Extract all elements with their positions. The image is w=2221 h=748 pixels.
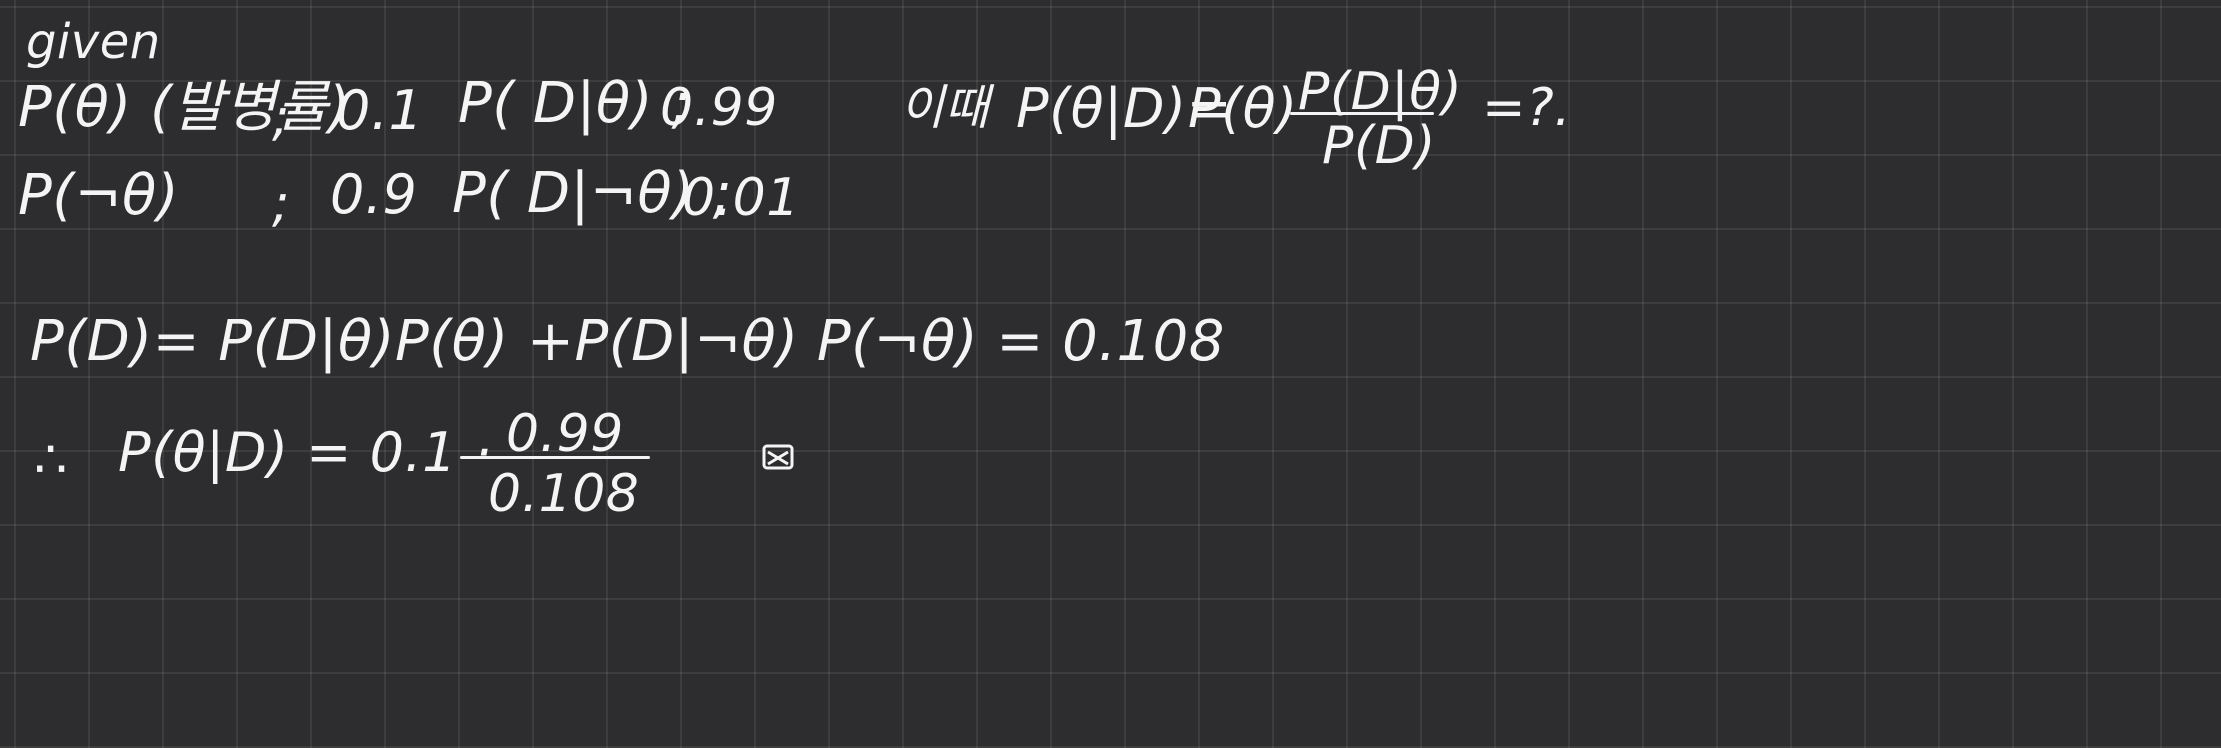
step2-denominator: 0.108 [488, 464, 640, 524]
step2-numerator: 0.99 [506, 404, 624, 464]
given-heading: given [26, 14, 161, 70]
step1-equation: P(D)= P(D|θ)P(θ) +P(D|¬θ) P(¬θ) = 0.108 [30, 309, 1225, 374]
step2-lhs: P(θ|D) = 0.1 · [118, 421, 493, 484]
done-mark-icon [762, 444, 794, 470]
p-not-theta-label: P(¬θ) [18, 163, 180, 228]
p-d-given-theta-value: 0.99 [660, 78, 778, 138]
question-fraction-bar [1290, 112, 1434, 115]
p-theta-separator: ; [272, 88, 291, 148]
handwritten-note-canvas: given P(θ) (발병률) ; 0.1 P( D|θ) ; 0.99 이때… [0, 0, 2221, 748]
p-not-theta-value: 0.9 [330, 163, 418, 226]
question-denominator: P(D) [1322, 116, 1436, 176]
p-theta-value: 0.1 [336, 79, 424, 142]
p-theta-label: P(θ) (발병률) [18, 75, 351, 140]
therefore-symbol: ∴ [34, 430, 68, 490]
p-d-given-theta-label: P( D|θ) ; [458, 71, 691, 136]
question-suffix: =?. [1482, 78, 1572, 138]
p-d-given-not-theta-value: 0.01 [682, 168, 800, 228]
question-prefix: 이때 [900, 80, 990, 136]
question-numerator: P(D|θ) [1298, 62, 1463, 122]
question-term: P(θ) [1188, 77, 1298, 140]
p-not-theta-separator: ; [272, 174, 291, 234]
step2-fraction-bar [460, 456, 650, 459]
